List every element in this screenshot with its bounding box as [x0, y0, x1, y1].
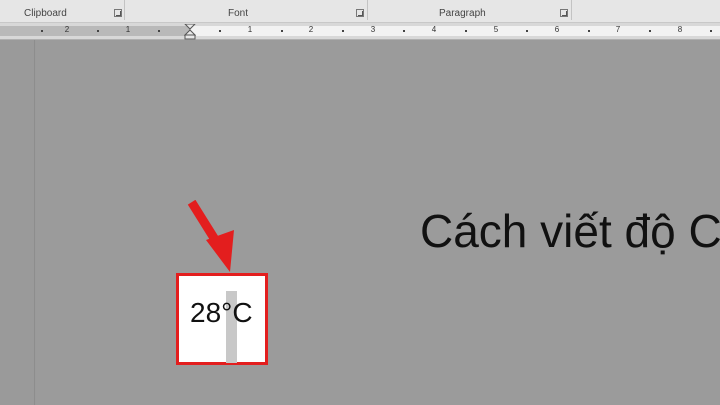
paragraph-dialog-launcher-icon[interactable] [560, 9, 568, 17]
ruler-left-margin [0, 26, 190, 36]
ruler-number: 6 [554, 25, 560, 34]
group-divider [124, 0, 125, 20]
ruler-tick [403, 30, 405, 32]
ruler-tick [526, 30, 528, 32]
temperature-text[interactable]: 28°C [190, 297, 253, 329]
ruler-tick [342, 30, 344, 32]
ruler-number: 7 [615, 25, 621, 34]
ruler-number: 8 [677, 25, 683, 34]
ruler-number: 1 [247, 25, 253, 34]
document-heading[interactable]: Cách viết độ C [420, 204, 720, 258]
group-divider [571, 0, 572, 20]
ruler-number: 4 [431, 25, 437, 34]
paragraph-group-label: Paragraph [439, 8, 486, 19]
clipboard-group-label: Clipboard [24, 8, 67, 19]
ruler-tick [219, 30, 221, 32]
group-divider [367, 0, 368, 20]
ruler-tick [41, 30, 43, 32]
ruler-tick [588, 30, 590, 32]
red-arrow-icon [187, 200, 234, 272]
ruler-tick [649, 30, 651, 32]
indent-marker-icon[interactable] [184, 24, 196, 40]
ruler-number: 5 [493, 25, 499, 34]
horizontal-ruler[interactable]: 2 1 1 2 3 4 5 6 7 8 [0, 23, 720, 40]
ruler-tick [710, 30, 712, 32]
ruler-text-area [190, 26, 720, 36]
font-dialog-launcher-icon[interactable] [356, 9, 364, 17]
ruler-number: 3 [370, 25, 376, 34]
font-group-label: Font [228, 8, 249, 19]
ruler-tick [97, 30, 99, 32]
vertical-ruler [0, 40, 35, 405]
ruler-tick [158, 30, 160, 32]
ribbon-group-labels: Clipboard Font Paragraph [0, 0, 720, 23]
ruler-tick [465, 30, 467, 32]
clipboard-dialog-launcher-icon[interactable] [114, 9, 122, 17]
ruler-number: 1 [125, 25, 131, 34]
ruler-number: 2 [64, 25, 70, 34]
ruler-tick [281, 30, 283, 32]
ruler-number: 2 [308, 25, 314, 34]
